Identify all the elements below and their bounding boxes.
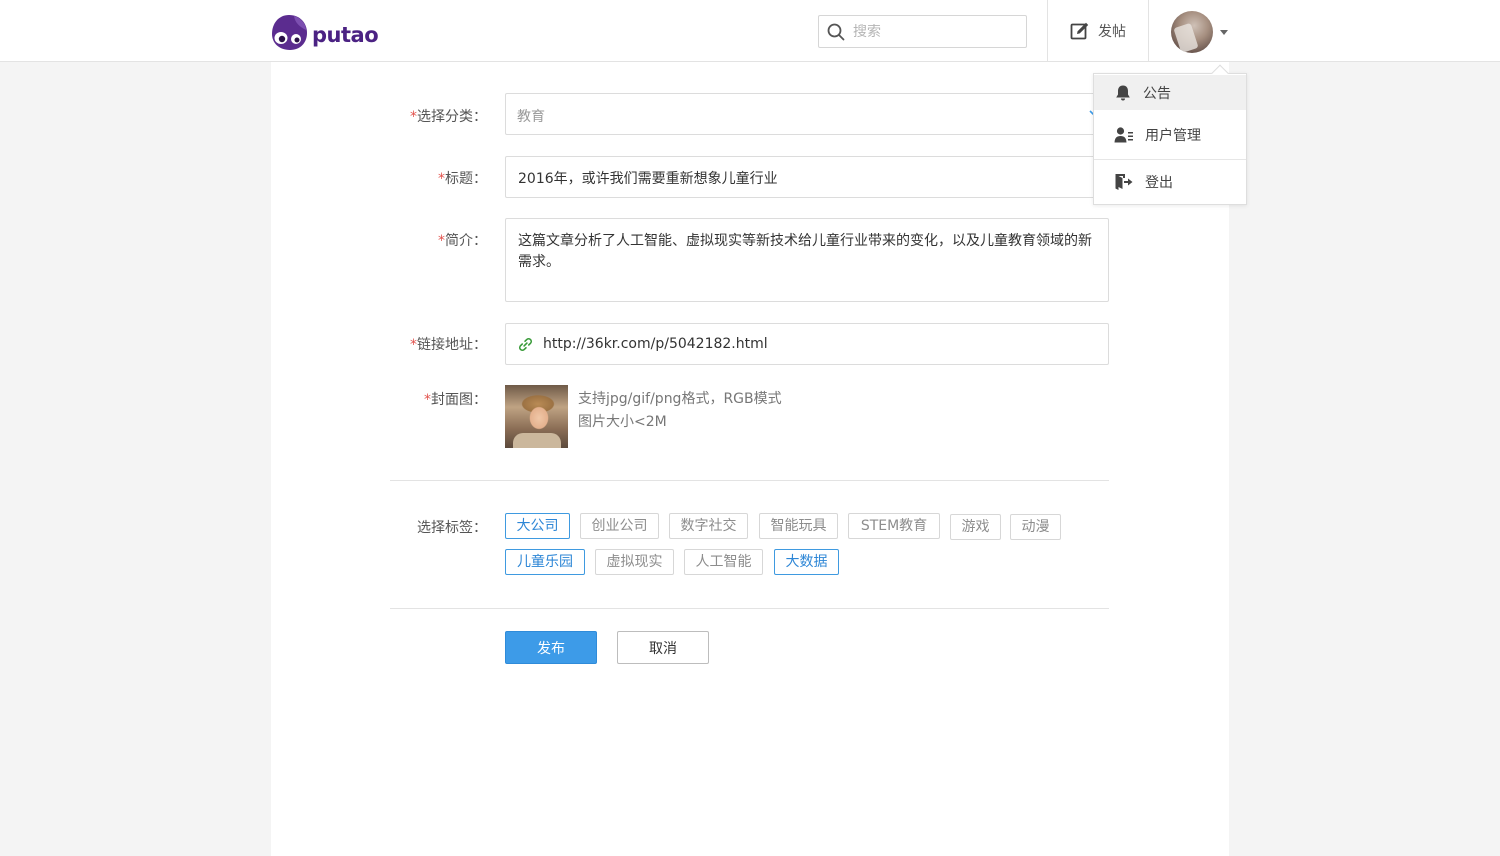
menu-item-logout[interactable]: 登出 — [1094, 163, 1246, 201]
cover-label: *封面图： — [424, 392, 487, 408]
cover-image[interactable] — [505, 385, 568, 448]
logout-icon — [1115, 174, 1133, 190]
title-input[interactable]: 2016年，或许我们需要重新想象儿童行业 — [505, 156, 1109, 198]
search-box[interactable] — [818, 15, 1027, 48]
tag-ai[interactable]: 人工智能 — [684, 549, 763, 575]
menu-item-label: 公告 — [1143, 85, 1171, 102]
new-post-button[interactable]: 发帖 — [1070, 19, 1126, 43]
divider — [390, 480, 1109, 481]
post-form: *选择分类： 教育 *标题： 2016年，或许我们需要重新想象儿童行业 *简介：… — [271, 62, 1229, 856]
menu-divider — [1094, 159, 1246, 160]
tag-animation[interactable]: 动漫 — [1010, 514, 1061, 540]
menu-item-label: 用户管理 — [1145, 128, 1201, 144]
tag-big-data[interactable]: 大数据 — [774, 549, 839, 575]
tag-startup[interactable]: 创业公司 — [580, 513, 659, 539]
edit-icon — [1070, 22, 1089, 40]
logo[interactable]: putao — [270, 12, 379, 52]
user-manage-icon — [1114, 127, 1133, 143]
title-value: 2016年，或许我们需要重新想象儿童行业 — [518, 171, 778, 187]
summary-value: 这篇文章分析了人工智能、虚拟现实等新技术给儿童行业带来的变化，以及儿童教育领域的… — [518, 233, 1092, 270]
header-divider — [1148, 0, 1149, 62]
category-label: *选择分类： — [410, 109, 487, 125]
header-divider — [1047, 0, 1048, 62]
tag-stem-education[interactable]: STEM教育 — [848, 513, 940, 539]
tags-label: 选择标签： — [417, 520, 487, 536]
divider — [390, 608, 1109, 609]
category-select[interactable]: 教育 — [505, 93, 1109, 135]
caret-down-icon[interactable] — [1220, 30, 1228, 35]
publish-button[interactable]: 发布 — [505, 631, 597, 664]
tag-big-company[interactable]: 大公司 — [505, 513, 570, 539]
grape-logo-icon — [272, 15, 307, 50]
cover-hint-format: 支持jpg/gif/png格式，RGB模式 — [578, 391, 782, 407]
logo-text: putao — [312, 23, 379, 47]
new-post-label: 发帖 — [1098, 24, 1126, 40]
menu-item-label: 登出 — [1145, 175, 1173, 191]
menu-item-user-management[interactable]: 用户管理 — [1094, 116, 1246, 154]
title-label: *标题： — [438, 171, 487, 187]
link-value: http://36kr.com/p/5042182.html — [543, 336, 768, 352]
link-icon — [518, 337, 533, 351]
tag-virtual-reality[interactable]: 虚拟现实 — [595, 549, 674, 575]
summary-label: *简介： — [438, 233, 487, 249]
link-label: *链接地址： — [410, 337, 487, 353]
top-header: putao 发帖 — [0, 0, 1500, 62]
category-value: 教育 — [517, 109, 545, 125]
tag-games[interactable]: 游戏 — [950, 514, 1001, 540]
summary-textarea[interactable]: 这篇文章分析了人工智能、虚拟现实等新技术给儿童行业带来的变化，以及儿童教育领域的… — [505, 218, 1109, 302]
cover-hint-size: 图片大小<2M — [578, 414, 667, 430]
cancel-button[interactable]: 取消 — [617, 631, 709, 664]
search-icon — [827, 23, 845, 40]
user-dropdown-menu: 公告 用户管理 登出 — [1093, 64, 1247, 205]
user-avatar[interactable] — [1171, 11, 1213, 53]
tag-smart-toys[interactable]: 智能玩具 — [759, 513, 838, 539]
bell-icon — [1116, 85, 1130, 100]
tag-kids-park[interactable]: 儿童乐园 — [505, 549, 585, 575]
link-input[interactable]: http://36kr.com/p/5042182.html — [505, 323, 1109, 365]
tag-digital-social[interactable]: 数字社交 — [669, 513, 748, 539]
search-input[interactable] — [853, 23, 1013, 40]
menu-item-announcements[interactable]: 公告 — [1094, 75, 1246, 110]
